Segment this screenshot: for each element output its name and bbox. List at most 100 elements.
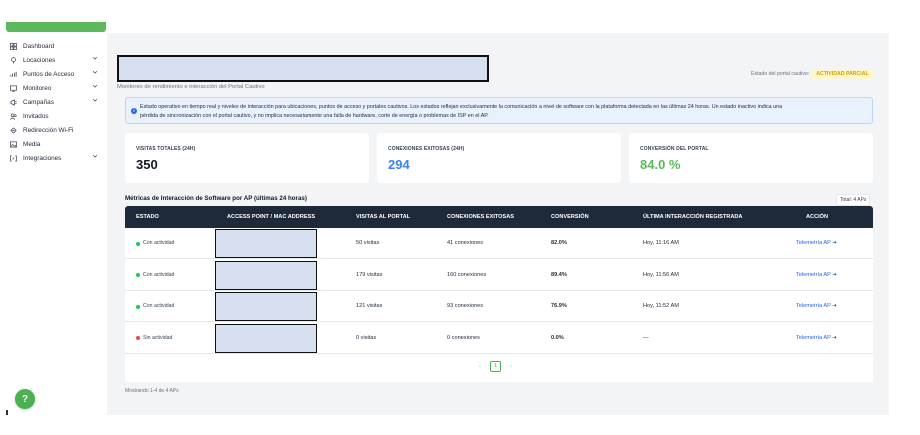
help-button[interactable]: ? (15, 389, 35, 409)
sidebar-item-invitados[interactable]: Invitados (10, 109, 102, 123)
ap-table: ESTADO ACCESS POINT / MAC ADDRESS VISITA… (125, 206, 873, 382)
metrics-title: Métricas de Interacción de Software por … (125, 195, 307, 202)
prev-page-button[interactable]: ‹ (479, 364, 481, 370)
telemetry-link[interactable]: Telemetría AP ➜ (796, 228, 837, 259)
chevron-down-icon[interactable] (92, 69, 98, 77)
th-ultima-interaccion[interactable]: ÚLTIMA INTERACCIÓN REGISTRADA (643, 206, 742, 228)
status-dot (136, 336, 140, 340)
status-dot (136, 241, 140, 246)
chevron-down-icon[interactable] (92, 153, 98, 161)
stat-value: 350 (136, 157, 158, 172)
sidebar-item-dashboard[interactable]: Dashboard (10, 39, 102, 53)
pagination: ‹ 1 › (479, 361, 512, 372)
wifi-access-point-icon (10, 71, 20, 78)
state-cell: Con actividad (136, 228, 174, 259)
last-interaction-cell: Hoy, 11:52 AM (643, 303, 679, 309)
last-interaction-cell: — (643, 334, 649, 341)
th-conexiones[interactable]: CONEXIONES EXITOSAS (447, 206, 514, 228)
campaign-icon (10, 98, 20, 106)
sidebar-item-label: Integraciones (23, 154, 62, 162)
sidebar-item-locaciones[interactable]: Locaciones (10, 53, 102, 67)
sidebar-item-label: Campañas (23, 98, 54, 106)
table-row: Sin actividad 0 visitas 0 conexiones 0.0% — T… (125, 323, 873, 354)
th-estado[interactable]: ESTADO (136, 206, 159, 228)
state-cell: Con actividad (136, 260, 174, 291)
chevron-down-icon[interactable] (92, 83, 98, 91)
mac-address-redacted (215, 292, 317, 321)
sidebar-nav: Dashboard Locaciones Puntos de Acceso Monit… (10, 39, 102, 165)
th-accion: ACCIÓN (806, 214, 829, 220)
state-cell: Con actividad (136, 291, 174, 322)
sidebar-item-label: Dashboard (23, 42, 55, 50)
sidebar: Dashboard Locaciones Puntos de Acceso Monit… (0, 0, 107, 435)
stat-card-total-visits: VISITAS TOTALES (24H) 350 (125, 133, 369, 183)
th-conversion[interactable]: CONVERSIÓN (551, 206, 589, 228)
last-interaction-cell: Hoy, 11:56 AM (643, 271, 679, 278)
info-icon: i (131, 108, 137, 114)
connections-cell: 0 conexiones (447, 334, 480, 341)
sidebar-item-label: Puntos de Acceso (23, 70, 75, 78)
stat-value: 84.0 % (640, 157, 681, 172)
location-pin-icon (10, 56, 20, 64)
mac-address-redacted (215, 260, 317, 290)
mac-address-redacted (215, 323, 317, 353)
table-header: ESTADO ACCESS POINT / MAC ADDRESS VISITA… (125, 206, 873, 228)
chevron-down-icon[interactable] (92, 97, 98, 105)
sidebar-item-redirecci-n-wi-fi[interactable]: Redirección Wi-Fi (10, 123, 102, 137)
sidebar-item-monitoreo[interactable]: Monitoreo (10, 81, 102, 95)
stat-card-conversion: CONVERSIÓN DEL PORTAL 84.0 % (629, 133, 873, 183)
sidebar-item-label: Media (23, 140, 41, 148)
connections-cell: 160 conexiones (447, 271, 487, 278)
conversion-cell: 0.0% (551, 334, 564, 341)
total-badge: Total: 4 APs (836, 194, 871, 206)
visits-cell: 121 visitas (356, 303, 383, 309)
stat-value: 294 (388, 157, 410, 172)
visits-cell: 0 visitas (356, 334, 377, 341)
sidebar-item-integraciones[interactable]: Integraciones (10, 151, 102, 165)
telemetry-link[interactable]: Telemetría AP ➜ (796, 260, 837, 291)
table-row: Con actividad 50 visitas 41 conexiones 82.0… (125, 228, 873, 259)
users-icon (10, 112, 20, 120)
th-access-point[interactable]: ACCESS POINT / MAC ADDRESS (227, 206, 315, 228)
state-text: Sin actividad (143, 334, 173, 341)
telemetry-link[interactable]: Telemetría AP ➜ (796, 323, 837, 354)
integrations-icon (10, 155, 20, 162)
stat-label: VISITAS TOTALES (24H) (136, 146, 196, 152)
next-page-button[interactable]: › (510, 364, 512, 370)
mouse-cursor (6, 410, 8, 415)
telemetry-link[interactable]: Telemetría AP ➜ (796, 291, 837, 322)
showing-count: Mostrando 1-4 de 4 APs (125, 388, 179, 394)
portal-status-badge: ACTIVIDAD PARCIAL (812, 69, 873, 79)
th-visitas[interactable]: VISITAS AL PORTAL (356, 206, 410, 228)
sidebar-item-label: Monitoreo (23, 84, 52, 92)
visits-cell: 50 visitas (356, 240, 380, 246)
table-row: Con actividad 121 visitas 93 conexiones 76.… (125, 291, 873, 322)
grid-icon (10, 42, 20, 50)
status-dot (136, 304, 140, 309)
sidebar-item-media[interactable]: Media (10, 137, 102, 151)
sidebar-item-label: Invitados (23, 112, 49, 120)
page-subtitle: Monitoreo de rendimiento e interacción d… (117, 84, 265, 90)
media-icon (10, 141, 20, 148)
sidebar-item-puntos-de-acceso[interactable]: Puntos de Acceso (10, 67, 102, 81)
state-text: Con actividad (143, 240, 175, 246)
table-row: Con actividad 179 visitas 160 conexiones 89… (125, 260, 873, 291)
info-banner: i Estado operativo en tiempo real y nive… (125, 97, 873, 124)
portal-status: Estado del portal cautivo: ACTIVIDAD PAR… (751, 69, 873, 79)
connections-cell: 93 conexiones (447, 303, 484, 309)
connections-cell: 41 conexiones (447, 240, 484, 246)
stat-label: CONEXIONES EXITOSAS (24H) (388, 146, 465, 152)
sidebar-item-label: Redirección Wi-Fi (23, 126, 74, 134)
conversion-cell: 89.4% (551, 271, 567, 278)
sidebar-item-label: Locaciones (23, 56, 56, 64)
page-title-redacted (117, 55, 489, 82)
mac-address-redacted (215, 229, 317, 258)
chevron-down-icon[interactable] (92, 55, 98, 63)
portal-status-label: Estado del portal cautivo: (751, 71, 810, 77)
conversion-cell: 82.0% (551, 240, 567, 246)
brand-button[interactable] (6, 22, 106, 32)
sidebar-item-campa-as[interactable]: Campañas (10, 95, 102, 109)
state-cell: Sin actividad (136, 323, 172, 354)
page-1-button[interactable]: 1 (490, 361, 501, 372)
conversion-cell: 76.9% (551, 303, 567, 309)
